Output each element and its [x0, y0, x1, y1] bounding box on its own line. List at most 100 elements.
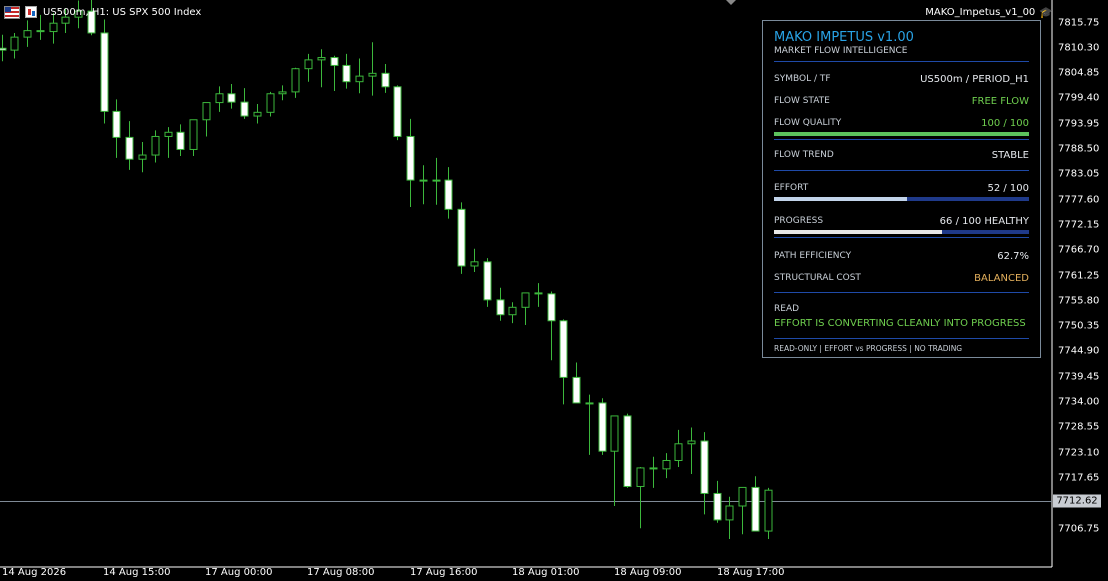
bull-candle-body [266, 93, 275, 113]
row-structural-cost: STRUCTURAL COST BALANCED [774, 271, 1029, 285]
price-tick-label: 7766.70 [1058, 244, 1100, 256]
bull-candle-body [470, 261, 479, 267]
bull-candle-body [202, 102, 211, 121]
bull-candle-body [368, 72, 377, 77]
price-tick-label: 7772.15 [1058, 219, 1100, 231]
price-tick-label: 7777.60 [1058, 194, 1100, 206]
price-tick-label: 7717.65 [1058, 472, 1100, 484]
progress-label: PROGRESS [774, 216, 824, 226]
flow-quality-bar [774, 132, 1029, 136]
time-tick-label: 18 Aug 09:00 [614, 567, 682, 578]
bull-candle-body [508, 306, 517, 316]
bear-candle-body [457, 208, 466, 267]
panel-separator [774, 61, 1029, 62]
panel-separator [774, 292, 1029, 293]
bull-candle-body [521, 292, 530, 308]
time-tick-label: 17 Aug 00:00 [205, 567, 273, 578]
panel-separator [774, 237, 1029, 238]
progress-bar-fill [774, 230, 943, 234]
time-tick-label: 18 Aug 17:00 [717, 567, 785, 578]
candles-layer [0, 0, 773, 539]
bear-candle-body [559, 320, 568, 378]
price-tick-label: 7788.50 [1058, 143, 1100, 155]
bull-candle-body [432, 179, 441, 182]
bear-candle-body [112, 110, 121, 138]
bull-candle-body [10, 36, 19, 51]
bear-candle-body [342, 64, 351, 83]
bear-candle-body [547, 293, 556, 322]
one-click-trading-icon[interactable] [25, 6, 37, 18]
panel-separator [774, 338, 1029, 339]
bull-candle-body [585, 402, 594, 405]
time-tick-label: 14 Aug 15:00 [103, 567, 171, 578]
bear-candle-body [330, 57, 339, 66]
symbol-tf-value: US500m / PERIOD_H1 [920, 73, 1029, 85]
bull-candle-body [419, 179, 428, 182]
bull-candle-body [610, 415, 619, 452]
price-tick-label: 7750.35 [1058, 320, 1100, 332]
flow-quality-value: 100 / 100 [981, 117, 1029, 129]
indicator-label: MAKO_Impetus_v1_00 🎓 [925, 4, 1053, 20]
bear-candle-body [483, 261, 492, 301]
time-tick-label: 18 Aug 01:00 [512, 567, 580, 578]
price-tick-label: 7706.75 [1058, 523, 1100, 534]
row-flow-trend: FLOW TREND STABLE [774, 148, 1029, 162]
bull-candle-body [636, 467, 645, 487]
price-tick-label: 7739.45 [1058, 371, 1100, 383]
panel-subtitle: MARKET FLOW INTELLIGENCE [774, 46, 908, 56]
bull-candle-body [49, 22, 58, 33]
panel-title: MAKO IMPETUS v1.00 [774, 30, 914, 45]
bull-candle-body [138, 154, 147, 160]
panel-footer: READ-ONLY | EFFORT vs PROGRESS | NO TRAD… [774, 344, 963, 353]
time-tick-label: 17 Aug 16:00 [410, 567, 478, 578]
mako-impetus-panel: MAKO IMPETUS v1.00 MARKET FLOW INTELLIGE… [762, 20, 1041, 358]
panel-separator [774, 139, 1029, 140]
time-tick-label: 14 Aug 2026 [2, 567, 67, 578]
chart-shift-marker-icon[interactable] [726, 0, 736, 5]
bear-candle-body [534, 292, 543, 295]
row-flow-state: FLOW STATE FREE FLOW [774, 94, 1029, 108]
progress-bar [774, 230, 1029, 234]
time-axis[interactable]: 14 Aug 2026 14 Aug 15:00 17 Aug 00:00 17 Au… [0, 567, 1052, 581]
price-tick-label: 7744.90 [1058, 345, 1100, 357]
bear-candle-body [36, 30, 45, 33]
price-tick-label: 7755.80 [1058, 295, 1100, 307]
price-tick-label: 7734.00 [1058, 396, 1100, 408]
structural-cost-value: BALANCED [974, 272, 1029, 284]
bull-candle-body [164, 131, 173, 137]
price-axis[interactable]: 7815.75 7810.30 7804.85 7799.40 7793.95 7788.… [1052, 0, 1108, 567]
bear-candle-body [381, 72, 390, 88]
chart-header: US500m, H1: US SPX 500 Index [4, 4, 201, 20]
bull-candle-body [317, 57, 326, 61]
symbol-title: US500m, H1: US SPX 500 Index [43, 6, 202, 18]
us-flag-icon [4, 5, 20, 19]
price-tick-label: 7804.85 [1058, 67, 1100, 79]
bear-candle-body [240, 101, 249, 117]
graduation-cap-icon: 🎓 [1039, 5, 1053, 19]
bull-candle-body [23, 30, 32, 38]
bear-candle-body [100, 32, 109, 112]
row-symbol-tf: SYMBOL / TF US500m / PERIOD_H1 [774, 72, 1029, 86]
bull-candle-body [674, 443, 683, 461]
bull-candle-body [253, 111, 262, 117]
bear-candle-body [713, 492, 722, 521]
bull-candle-body [304, 59, 313, 70]
price-tick-label: 7728.55 [1058, 421, 1100, 433]
price-tick-label: 7810.30 [1058, 42, 1100, 54]
effort-label: EFFORT [774, 183, 809, 193]
price-tick-label: 7761.25 [1058, 270, 1100, 281]
price-tick-label: 7815.75 [1058, 17, 1100, 28]
flow-state-label: FLOW STATE [774, 96, 830, 106]
bear-candle-body [227, 93, 236, 103]
price-tick-label: 7793.95 [1058, 118, 1100, 130]
panel-separator [774, 170, 1029, 171]
bull-candle-body [764, 489, 773, 532]
symbol-tf-label: SYMBOL / TF [774, 74, 831, 84]
bear-candle-body [496, 299, 505, 316]
bull-candle-body [687, 440, 696, 445]
bear-candle-body [649, 467, 658, 470]
flow-quality-label: FLOW QUALITY [774, 118, 842, 128]
bear-candle-body [598, 402, 607, 452]
bear-candle-body [393, 86, 402, 137]
progress-value: 66 / 100 HEALTHY [939, 215, 1029, 227]
